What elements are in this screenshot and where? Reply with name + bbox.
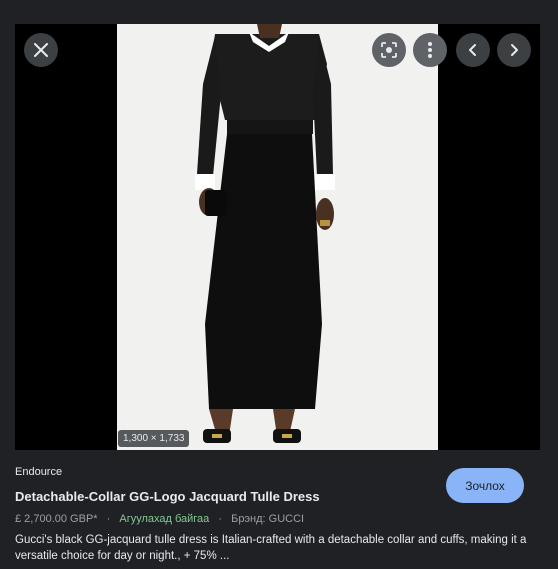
product-image[interactable] <box>117 24 438 450</box>
image-dimensions-badge: 1,300 × 1,733 <box>118 430 190 447</box>
more-options-button[interactable] <box>413 33 447 67</box>
close-icon <box>34 43 48 57</box>
product-description: Gucci's black GG-jacquard tulle dress is… <box>15 534 527 562</box>
dress-photo <box>117 24 438 450</box>
product-meta: £ 2,700.00 GBP* · Агуулахад байгаа · Брэ… <box>15 513 304 525</box>
more-vert-icon <box>428 42 432 58</box>
source-site-name[interactable]: Endource <box>15 466 62 478</box>
close-button[interactable] <box>24 33 58 67</box>
image-preview-panel: 1,300 × 1,733 Endource Detachable-Collar… <box>0 0 558 569</box>
stock-status: Агуулахад байгаа <box>119 513 210 525</box>
separator-dot: · <box>218 513 223 525</box>
separator-dot: · <box>106 513 111 525</box>
product-brand: Брэнд: GUCCI <box>231 513 305 525</box>
image-viewer: 1,300 × 1,733 <box>15 24 540 450</box>
next-image-button[interactable] <box>497 33 531 67</box>
product-title[interactable]: Detachable-Collar GG-Logo Jacquard Tulle… <box>15 489 320 504</box>
visit-button[interactable]: Зочлох <box>446 468 524 503</box>
visual-search-button[interactable] <box>372 33 406 67</box>
product-price: £ 2,700.00 GBP* <box>15 513 98 525</box>
lens-icon <box>381 42 397 58</box>
chevron-right-icon <box>511 44 518 56</box>
previous-image-button[interactable] <box>456 33 490 67</box>
chevron-left-icon <box>469 44 476 56</box>
